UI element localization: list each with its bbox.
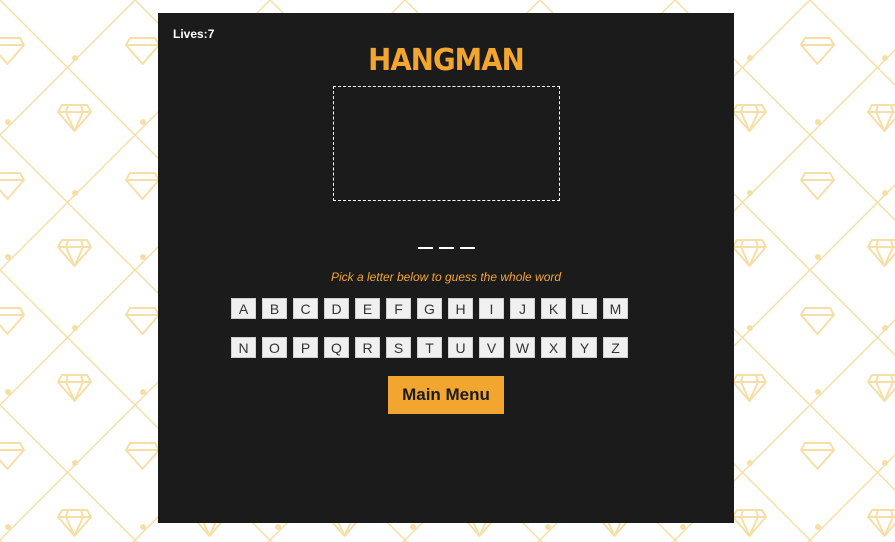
- lives-value: 7: [207, 27, 215, 41]
- game-panel: Lives: 7 HANGMAN Pick a letter below to …: [158, 13, 734, 523]
- letter-key-n[interactable]: N: [231, 337, 256, 358]
- keyboard-row-1: A B C D E F G H I J K L M: [231, 298, 628, 319]
- word-blanks: [158, 235, 734, 249]
- hangman-drawing-area: [333, 86, 560, 201]
- letter-key-e[interactable]: E: [355, 298, 380, 319]
- keyboard-row-2: N O P Q R S T U V W X Y Z: [231, 337, 628, 358]
- letter-key-o[interactable]: O: [262, 337, 287, 358]
- letter-key-d[interactable]: D: [324, 298, 349, 319]
- letter-key-r[interactable]: R: [355, 337, 380, 358]
- letter-key-f[interactable]: F: [386, 298, 411, 319]
- lives-label: Lives:: [173, 27, 208, 41]
- letter-key-s[interactable]: S: [386, 337, 411, 358]
- lives-counter: Lives: 7: [173, 27, 214, 41]
- letter-key-j[interactable]: J: [510, 298, 535, 319]
- letter-blank: [417, 247, 433, 249]
- letter-key-x[interactable]: X: [541, 337, 566, 358]
- letter-key-a[interactable]: A: [231, 298, 256, 319]
- letter-key-t[interactable]: T: [417, 337, 442, 358]
- letter-key-p[interactable]: P: [293, 337, 318, 358]
- letter-key-q[interactable]: Q: [324, 337, 349, 358]
- letter-key-z[interactable]: Z: [603, 337, 628, 358]
- letter-key-l[interactable]: L: [572, 298, 597, 319]
- letter-key-c[interactable]: C: [293, 298, 318, 319]
- instructions-text: Pick a letter below to guess the whole w…: [330, 270, 562, 284]
- letter-blank: [438, 247, 454, 249]
- letter-key-g[interactable]: G: [417, 298, 442, 319]
- letter-key-u[interactable]: U: [448, 337, 473, 358]
- letter-blank: [459, 247, 475, 249]
- letter-key-i[interactable]: I: [479, 298, 504, 319]
- letter-key-m[interactable]: M: [603, 298, 628, 319]
- letter-key-w[interactable]: W: [510, 337, 535, 358]
- letter-key-y[interactable]: Y: [572, 337, 597, 358]
- main-menu-button[interactable]: Main Menu: [388, 376, 504, 414]
- letter-key-k[interactable]: K: [541, 298, 566, 319]
- letter-key-v[interactable]: V: [479, 337, 504, 358]
- letter-key-b[interactable]: B: [262, 298, 287, 319]
- game-title: HANGMAN: [368, 43, 525, 78]
- letter-key-h[interactable]: H: [448, 298, 473, 319]
